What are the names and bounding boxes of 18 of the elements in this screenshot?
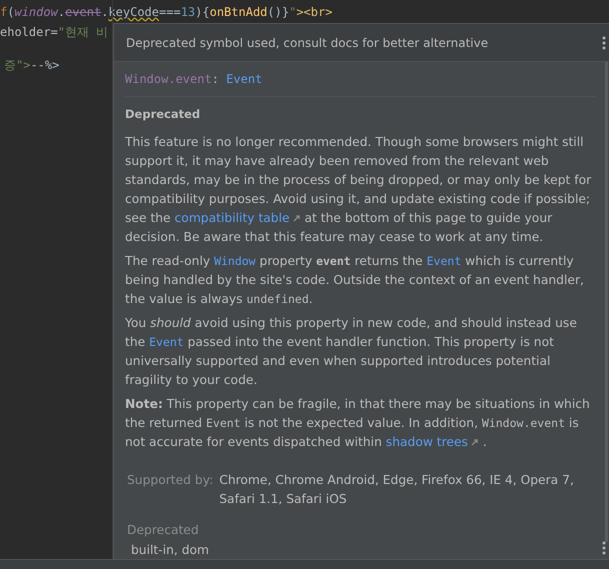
code-line: eholder="현재 비 [0,24,108,41]
symbol-signature: Window.event: Event [125,72,596,97]
supported-browsers: Chrome, Chrome Android, Edge, Firefox 66, IE 4, Opera 7, Safari 1.1, Safari iOS [219,472,575,508]
supported-label: Supported by: [127,472,214,489]
paragraph: You should avoid using this property in new code, and should instead use the Event passed into the event handler function. This property is not universally supported and even when supported introduces potential fragility to your code. [125,315,578,389]
paragraph: Note: This property can be fragile, in that there may be situations in which the returned Event is not the expected value. In addition, Window.event is not accurate for events dispatched within shadow trees . [125,396,591,451]
code-line: f(window.event.keyCode===13){onBtnAdd()}"><br> [0,4,332,21]
section-heading: Deprecated [125,107,202,121]
link[interactable]: compatibility table [174,211,301,225]
more-icon[interactable] [602,36,606,50]
status-label: Deprecated [127,523,200,537]
paragraph: The read-only Window property event returns the Event which is currently being handled by the site's code. Outside the context of an event handler, the value is always undefined. [125,253,585,308]
library-text: built-in, dom [130,543,210,557]
link[interactable]: shadow trees [386,435,479,449]
more-icon[interactable] [602,541,606,555]
paragraph: This feature is no longer recommended. Though some browsers might still support it, it may have already been removed from the relevant web standards, may be in the process of being dropped, or may only be kept for compatibility purposes. Avoid using it, and update existing code if possible; see the compatibility table at the bottom of this page to guide your decision. Be aware that this feature may cease to work at any time. [125,134,592,246]
code-line: 증">--%> [3,57,60,74]
popup-title: Deprecated symbol used, consult docs for better alternative [126,36,488,50]
